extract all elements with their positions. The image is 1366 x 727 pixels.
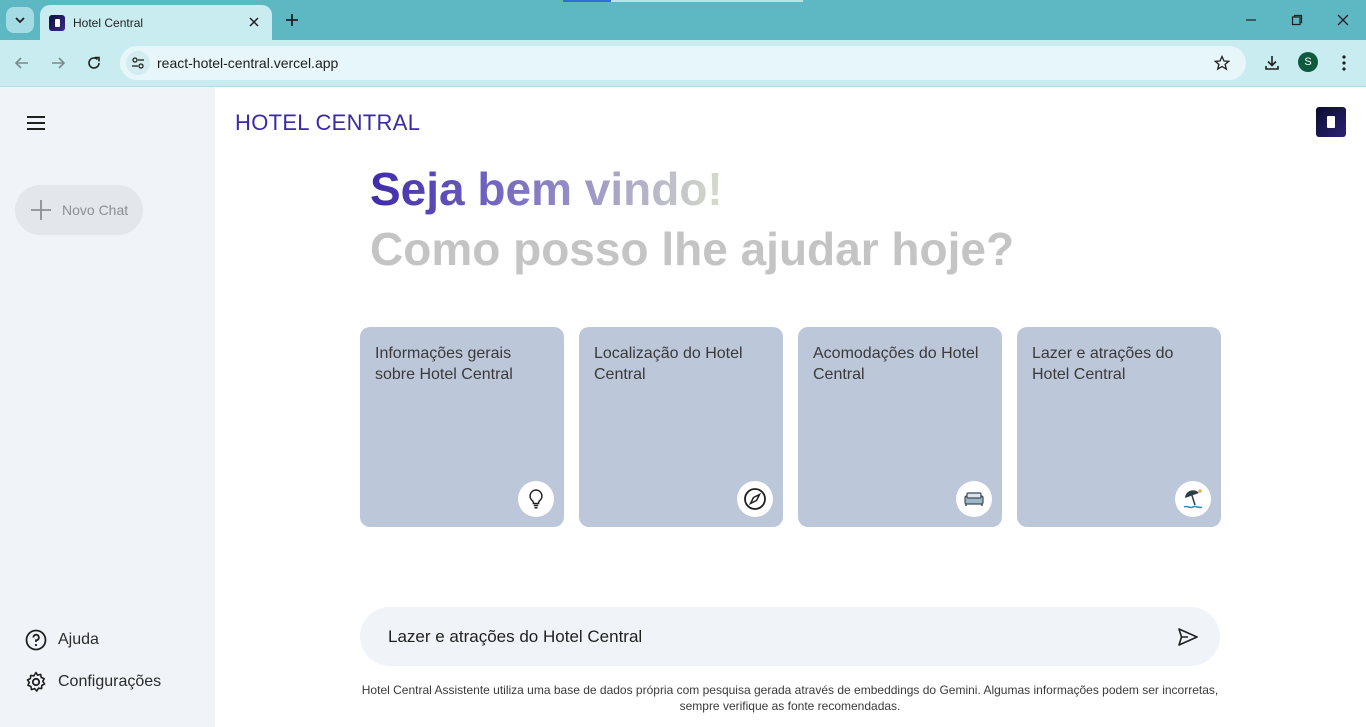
reload-button[interactable]	[82, 51, 106, 75]
close-window-button[interactable]	[1333, 10, 1353, 30]
bookmark-button[interactable]	[1212, 53, 1232, 73]
help-circle-icon	[25, 629, 47, 651]
close-icon	[249, 17, 259, 27]
bed-icon	[956, 481, 992, 517]
compass-icon	[737, 481, 773, 517]
star-icon	[1214, 55, 1230, 71]
browser-menu-button[interactable]	[1332, 51, 1356, 75]
prompt-input[interactable]	[388, 625, 1148, 649]
new-chat-button[interactable]: Novo Chat	[15, 185, 143, 235]
tab-search-button[interactable]	[6, 7, 34, 33]
suggestion-cards: Informações gerais sobre Hotel Central L…	[360, 327, 1221, 527]
suggestion-card-leisure[interactable]: Lazer e atrações do Hotel Central	[1017, 327, 1221, 527]
download-icon	[1265, 56, 1279, 70]
suggestion-card-location[interactable]: Localização do Hotel Central	[579, 327, 783, 527]
page-title: HOTEL CENTRAL	[235, 110, 421, 135]
card-text: Acomodações do Hotel Central	[813, 345, 979, 383]
browser-tab[interactable]: Hotel Central	[40, 5, 272, 40]
forward-button[interactable]	[46, 51, 70, 75]
loading-indicator	[563, 0, 803, 2]
sidebar-item-label: Configurações	[58, 673, 162, 690]
minimize-icon	[1246, 19, 1256, 21]
suggestion-card-rooms[interactable]: Acomodações do Hotel Central	[798, 327, 1002, 527]
menu-button[interactable]	[24, 111, 48, 135]
plus-icon	[29, 198, 53, 222]
browser-titlebar: Hotel Central	[0, 0, 1366, 40]
send-icon	[1178, 628, 1198, 646]
sidebar: Novo Chat Ajuda Configurações	[0, 87, 215, 727]
url-text[interactable]: react-hotel-central.vercel.app	[157, 55, 338, 71]
restore-icon	[1291, 14, 1303, 26]
greeting-line-2: Como posso lhe ajudar hoje?	[370, 223, 1015, 275]
sidebar-item-label: Ajuda	[58, 631, 99, 648]
sidebar-item-help[interactable]: Ajuda	[25, 629, 99, 651]
profile-avatar[interactable]: S	[1298, 52, 1318, 72]
arrow-right-icon	[52, 57, 66, 69]
card-text: Informações gerais sobre Hotel Central	[375, 345, 513, 383]
minimize-button[interactable]	[1241, 10, 1261, 30]
close-icon	[1337, 14, 1349, 26]
main-content: HOTEL CENTRAL Seja bem vindo! Como posso…	[215, 87, 1366, 727]
new-chat-label: Novo Chat	[62, 202, 129, 218]
card-text: Localização do Hotel Central	[594, 345, 743, 383]
more-vertical-icon	[1342, 55, 1346, 71]
back-button[interactable]	[10, 51, 34, 75]
site-info-button[interactable]	[126, 51, 150, 75]
hamburger-icon	[27, 116, 45, 130]
lightbulb-icon	[518, 481, 554, 517]
tab-close-button[interactable]	[246, 14, 262, 30]
beach-icon	[1175, 481, 1211, 517]
favicon-icon	[49, 14, 65, 31]
tune-icon	[132, 57, 144, 69]
address-bar[interactable]: react-hotel-central.vercel.app	[120, 46, 1246, 80]
browser-toolbar: react-hotel-central.vercel.app S	[0, 40, 1366, 87]
disclaimer-text: Hotel Central Assistente utiliza uma bas…	[361, 683, 1219, 713]
avatar[interactable]	[1316, 107, 1346, 137]
sidebar-item-settings[interactable]: Configurações	[25, 671, 161, 693]
suggestion-card-info[interactable]: Informações gerais sobre Hotel Central	[360, 327, 564, 527]
gear-icon	[26, 671, 46, 692]
greeting: Seja bem vindo! Como posso lhe ajudar ho…	[370, 160, 1014, 278]
chevron-down-icon	[15, 17, 25, 24]
arrow-left-icon	[14, 57, 28, 69]
downloads-button[interactable]	[1260, 51, 1284, 75]
reload-icon	[88, 56, 100, 69]
tab-title: Hotel Central	[73, 15, 144, 30]
card-text: Lazer e atrações do Hotel Central	[1032, 345, 1174, 383]
plus-icon	[286, 14, 298, 26]
greeting-line-1: Seja bem vindo!	[370, 163, 723, 215]
restore-button[interactable]	[1287, 10, 1307, 30]
new-tab-button[interactable]	[282, 10, 302, 30]
send-button[interactable]	[1176, 625, 1200, 649]
prompt-bar	[360, 607, 1220, 666]
